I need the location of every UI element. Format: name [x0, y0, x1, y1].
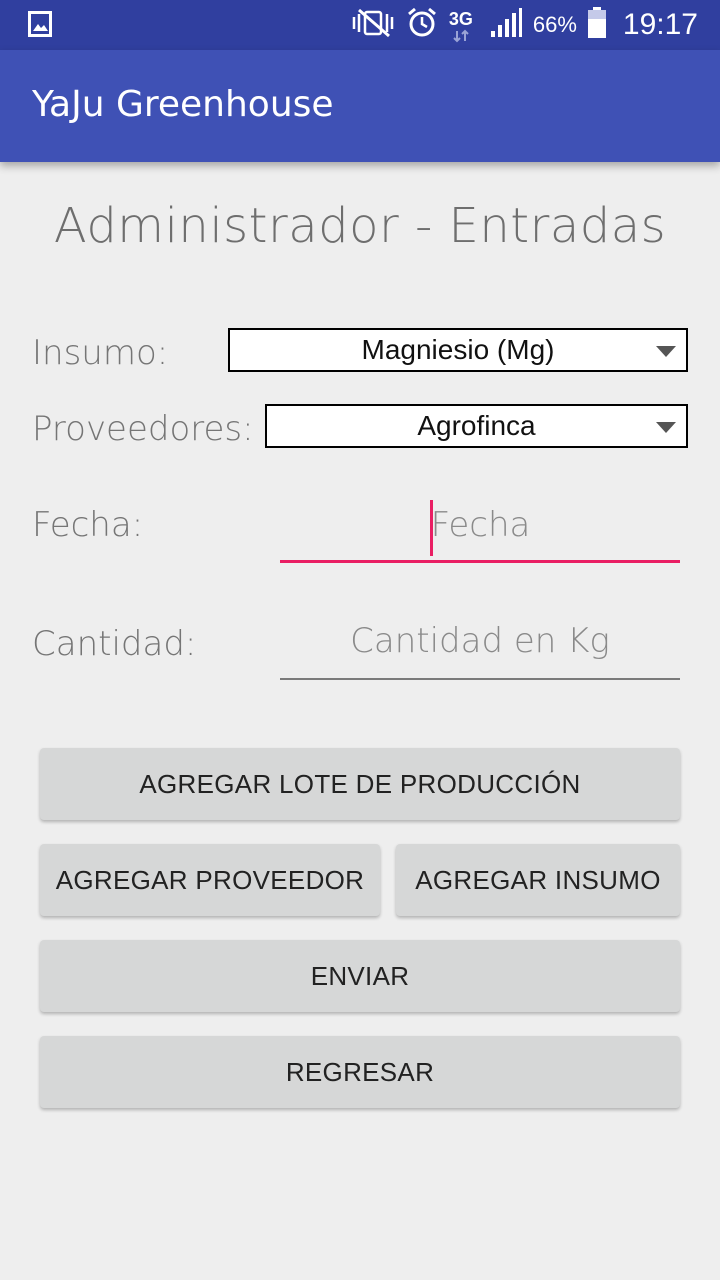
proveedores-value: Agrofinca	[417, 410, 536, 441]
vibrate-mute-icon	[351, 8, 395, 42]
enviar-label: ENVIAR	[310, 960, 410, 991]
dropdown-arrow-icon	[656, 346, 676, 357]
fecha-placeholder: Fecha	[430, 505, 531, 545]
agregar-lote-label: AGREGAR LOTE DE PRODUCCIÓN	[139, 768, 581, 799]
proveedores-spinner[interactable]: Agrofinca	[265, 404, 688, 448]
cantidad-field[interactable]: Cantidad en Kg	[280, 618, 680, 682]
app-title: YaJu Greenhouse	[32, 84, 334, 125]
agregar-proveedor-button[interactable]: AGREGAR PROVEEDOR	[40, 844, 380, 916]
network-label: 3G	[448, 9, 473, 29]
insumo-value: Magniesio (Mg)	[361, 334, 555, 365]
battery-percent: 66%	[532, 12, 577, 37]
agregar-insumo-button[interactable]: AGREGAR INSUMO	[396, 844, 680, 916]
agregar-lote-button[interactable]: AGREGAR LOTE DE PRODUCCIÓN	[40, 748, 680, 820]
status-bar: 3G 66% 19:17	[0, 0, 720, 50]
cantidad-placeholder: Cantidad en Kg	[350, 621, 610, 661]
signal-icon	[489, 7, 523, 43]
page-title: Administrador - Entradas	[53, 198, 667, 254]
agregar-proveedor-label: AGREGAR PROVEEDOR	[55, 864, 365, 895]
fecha-label: Fecha:	[32, 505, 144, 545]
text-cursor	[430, 500, 433, 556]
insumo-spinner[interactable]: Magniesio (Mg)	[228, 328, 688, 372]
regresar-button[interactable]: REGRESAR	[40, 1036, 680, 1108]
dropdown-arrow-icon	[656, 422, 676, 433]
insumo-label: Insumo:	[32, 333, 169, 373]
battery-icon	[587, 7, 607, 43]
alarm-icon	[405, 6, 439, 44]
cantidad-label: Cantidad:	[32, 624, 197, 664]
clock: 19:17	[622, 8, 698, 41]
regresar-label: REGRESAR	[285, 1056, 435, 1087]
fecha-underline	[280, 560, 680, 563]
network-3g-icon: 3G	[449, 5, 479, 45]
proveedores-label: Proveedores:	[32, 409, 254, 449]
enviar-button[interactable]: ENVIAR	[40, 940, 680, 1012]
cantidad-underline	[280, 678, 680, 680]
gallery-icon	[28, 11, 52, 37]
fecha-field[interactable]: Fecha	[280, 500, 680, 566]
agregar-insumo-label: AGREGAR INSUMO	[415, 864, 661, 895]
app-bar: YaJu Greenhouse	[0, 50, 720, 162]
